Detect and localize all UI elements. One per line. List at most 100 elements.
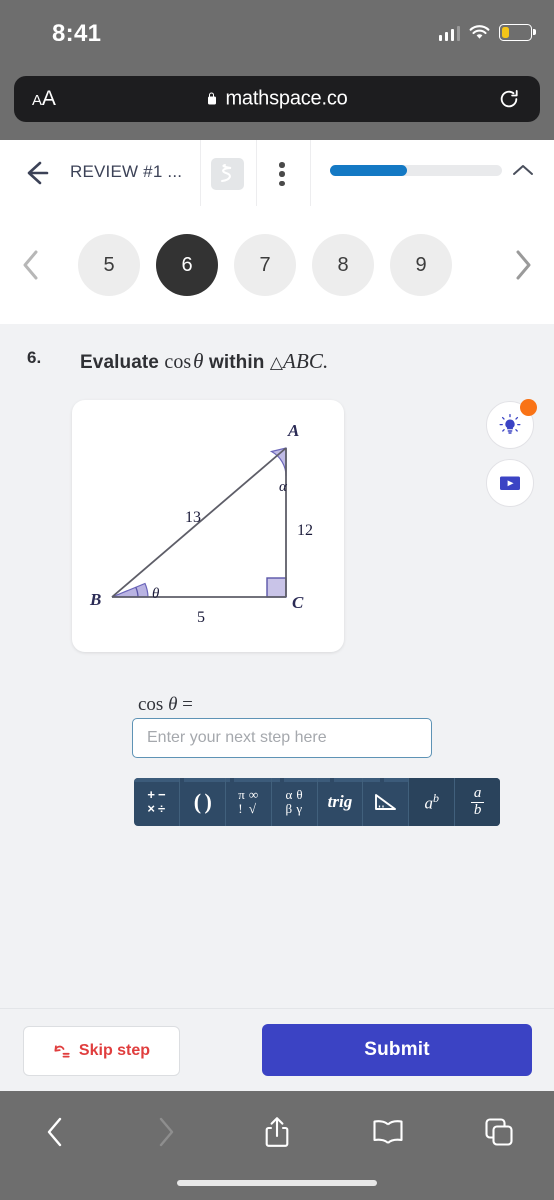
answer-label-equals: =: [182, 694, 193, 715]
prompt-pre: Evaluate: [80, 352, 165, 373]
skip-step-icon: [54, 1045, 70, 1058]
side-label-hypotenuse: 13: [185, 509, 201, 526]
symbol-glyphs: αθβγ: [285, 787, 303, 816]
prompt-triangle-icon: △: [269, 353, 284, 373]
question-prompt: Evaluate cos θ within △ABC.: [80, 349, 328, 374]
url-text: mathspace.co: [225, 87, 348, 110]
step-pager: 56789: [0, 206, 554, 324]
hint-badge: [520, 399, 537, 416]
fraction-glyph: ab: [470, 785, 485, 818]
back-chevron-icon: [48, 1117, 62, 1147]
greek-letters-key[interactable]: αθβγ: [272, 778, 318, 826]
page-title: REVIEW #1 ...: [70, 162, 183, 181]
submit-button[interactable]: Submit: [262, 1024, 532, 1076]
vertex-label-c: C: [292, 593, 304, 612]
book-icon: [373, 1120, 403, 1144]
parentheses-key[interactable]: ( ): [180, 778, 226, 826]
prompt-vertices: ABC: [283, 349, 323, 373]
pager-prev-button[interactable]: [18, 248, 44, 282]
pager-step-list: 56789: [78, 234, 452, 296]
submit-label: Submit: [364, 1039, 430, 1060]
constants-key[interactable]: π ∞! √: [226, 778, 272, 826]
triangle-figure: A B C α θ 13 12 5: [89, 421, 313, 626]
url-display[interactable]: mathspace.co: [14, 88, 540, 111]
angle-label-alpha: α: [279, 479, 288, 495]
side-label-vertical: 12: [297, 522, 313, 539]
triangle-ruler-icon: [374, 794, 396, 810]
question-number: 6.: [27, 348, 42, 367]
more-vertical-icon[interactable]: [279, 162, 285, 187]
answer-label-theta: θ: [168, 694, 178, 715]
pager-step-5[interactable]: 5: [78, 234, 140, 296]
prompt-period: .: [322, 349, 329, 373]
skip-step-label: Skip step: [78, 1042, 151, 1059]
video-button[interactable]: [486, 459, 534, 507]
angle-theta-marker: [111, 582, 149, 598]
operators-key[interactable]: + − × ÷: [134, 778, 180, 826]
battery-low-icon: [499, 24, 536, 41]
answer-label-cos: cos: [138, 694, 164, 715]
lightbulb-hint-icon: [499, 413, 521, 434]
trig-key[interactable]: trig: [318, 778, 364, 826]
cellular-signal-icon: [438, 25, 460, 41]
share-icon: [265, 1117, 289, 1147]
trig-label: trig: [327, 792, 353, 811]
vertex-label-b: B: [89, 590, 101, 609]
geometry-key[interactable]: [363, 778, 410, 826]
browser-toolbar-icons: [0, 1105, 554, 1159]
progress-bar-fill: [330, 165, 408, 176]
exponent-key[interactable]: ab: [409, 778, 456, 826]
fraction-key[interactable]: ab: [455, 778, 500, 826]
math-keypad: + − × ÷ ( ) π ∞! √ α θ β γ trig ab a b: [134, 778, 500, 826]
browser-bottom-bar: [0, 1091, 554, 1200]
reload-icon[interactable]: [498, 88, 520, 110]
header-divider-2: [256, 140, 257, 206]
prompt-cos: cos: [164, 351, 192, 373]
angle-alpha-marker: [269, 447, 287, 477]
browser-tabs-button[interactable]: [443, 1117, 554, 1147]
pager-next-button[interactable]: [510, 248, 536, 282]
header-divider-3: [310, 140, 311, 206]
right-angle-marker: [266, 577, 287, 598]
browser-bookmarks-button[interactable]: [332, 1118, 443, 1146]
prompt-theta: θ: [193, 349, 204, 373]
pager-step-6[interactable]: 6: [156, 234, 218, 296]
video-play-icon: [500, 476, 520, 490]
ios-status-bar: 8:41: [0, 0, 554, 62]
operators-glyphs: + − × ÷: [147, 787, 166, 816]
parentheses-glyph: ( ): [193, 789, 212, 814]
side-label-horizontal: 5: [197, 609, 205, 626]
pager-step-8[interactable]: 8: [312, 234, 374, 296]
next-step-input[interactable]: [132, 718, 432, 758]
phone-screen: 8:41 AA mathspace.co REVIEW #1 ... 5 6 7…: [0, 0, 554, 1200]
wifi-icon: [469, 24, 490, 39]
tabs-icon: [485, 1118, 513, 1146]
question-content-area: 6. Evaluate cos θ within △ABC. A B C α θ…: [0, 324, 554, 1008]
lock-icon: [206, 92, 217, 107]
browser-back-button[interactable]: [0, 1115, 111, 1149]
action-bar: Skip step Submit: [0, 1008, 554, 1092]
browser-url-bar[interactable]: AA mathspace.co: [14, 76, 540, 122]
prompt-mid: within: [203, 352, 270, 373]
chevron-up-icon[interactable]: [512, 163, 534, 177]
pager-step-9[interactable]: 9: [390, 234, 452, 296]
browser-forward-button[interactable]: [111, 1115, 222, 1149]
progress-bar: [330, 165, 502, 176]
header-divider-1: [200, 140, 201, 206]
home-indicator: [177, 1180, 377, 1186]
answer-expression-label: cos θ =: [138, 694, 193, 716]
triangle-diagram-card: A B C α θ 13 12 5: [72, 400, 344, 652]
status-time: 8:41: [52, 20, 102, 47]
skip-step-button[interactable]: Skip step: [23, 1026, 180, 1076]
scribble-notes-icon[interactable]: [211, 158, 244, 190]
symbol-glyphs: π ∞! √: [238, 787, 259, 816]
status-indicators: [438, 24, 536, 41]
hint-button[interactable]: [486, 399, 537, 449]
back-arrow-icon[interactable]: [20, 157, 52, 189]
browser-share-button[interactable]: [222, 1115, 333, 1149]
vertex-label-a: A: [287, 421, 299, 440]
exponent-glyph: ab: [424, 790, 439, 813]
forward-chevron-icon: [159, 1117, 174, 1147]
pager-step-7[interactable]: 7: [234, 234, 296, 296]
angle-label-theta: θ: [152, 586, 160, 602]
